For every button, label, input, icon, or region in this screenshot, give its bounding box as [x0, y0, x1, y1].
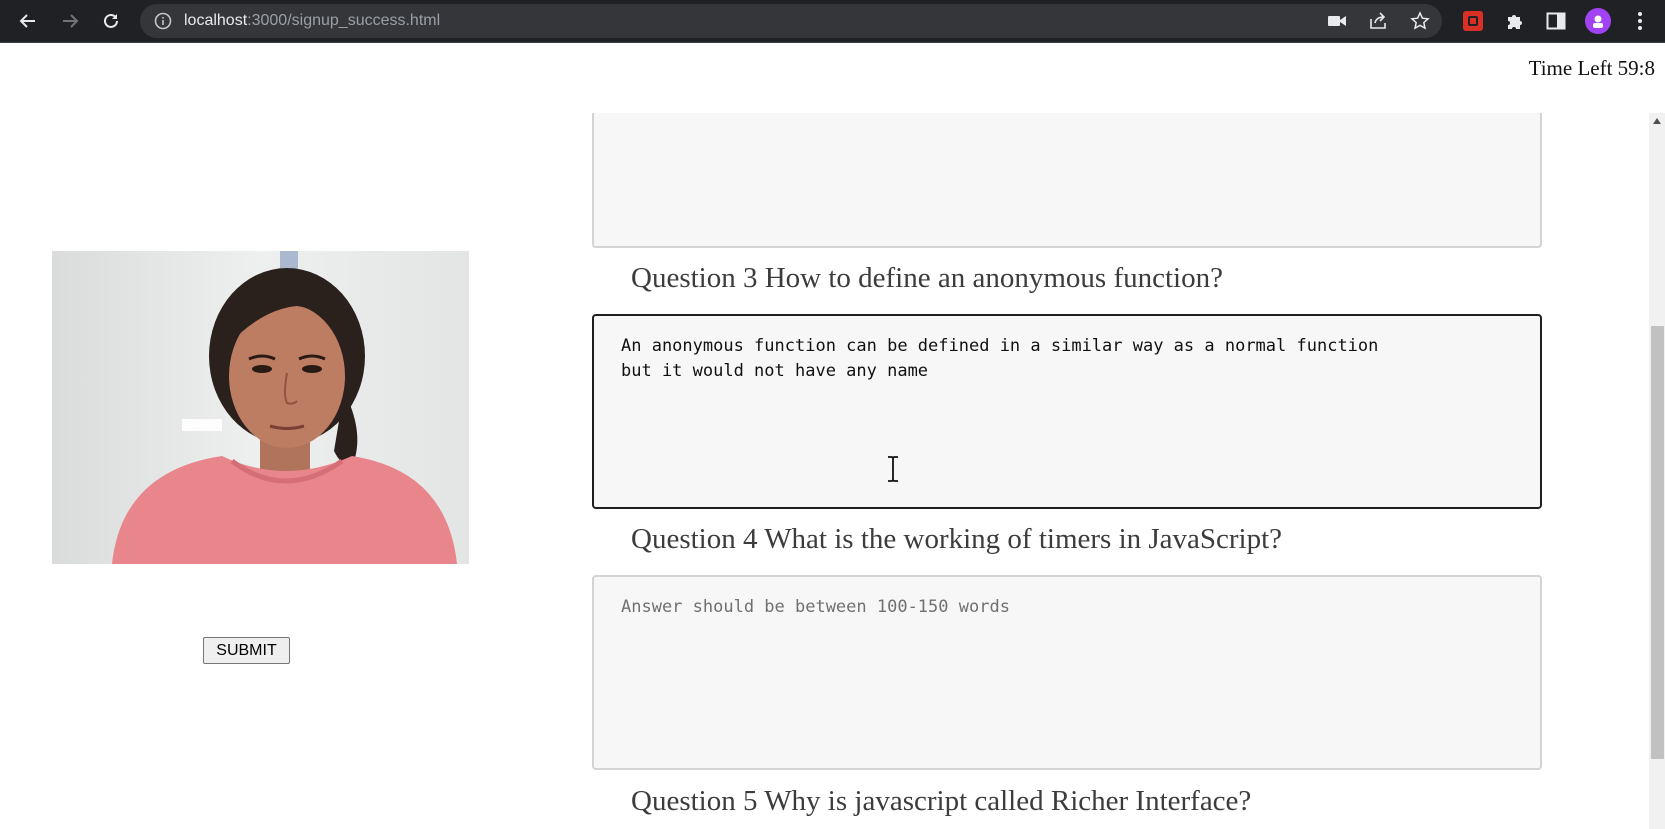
text-cursor-icon	[888, 456, 898, 482]
answer-text-line-1: An anonymous function can be defined in …	[621, 336, 1379, 356]
kebab-menu-icon	[1638, 12, 1642, 30]
arrow-right-icon	[63, 14, 79, 28]
answer-textarea-question-3[interactable]: An anonymous function can be defined in …	[592, 314, 1542, 509]
address-bar[interactable]: localhost:3000/signup_success.html	[140, 4, 1442, 38]
question-3-title: Question 3 How to define an anonymous fu…	[631, 262, 1223, 294]
scroll-thumb[interactable]	[1651, 326, 1664, 759]
answer-placeholder: Answer should be between 100-150 words	[621, 597, 1010, 617]
page-scrollbar[interactable]	[1649, 113, 1665, 829]
camera-icon	[1328, 16, 1346, 26]
share-icon	[1370, 12, 1386, 29]
camera-button[interactable]	[1323, 7, 1351, 35]
answer-textarea-question-4[interactable]: Answer should be between 100-150 words	[592, 575, 1542, 770]
forward-button[interactable]	[56, 7, 84, 35]
extension-button[interactable]	[1459, 7, 1487, 35]
star-icon	[1410, 11, 1430, 30]
questions-panel[interactable]: Question 3 How to define an anonymous fu…	[0, 113, 1649, 829]
browser-toolbar: localhost:3000/signup_success.html	[0, 0, 1665, 43]
browser-menu-button[interactable]	[1626, 7, 1654, 35]
answer-textarea-question-2[interactable]	[592, 113, 1542, 248]
extension-icon	[1463, 11, 1483, 31]
url-path: :3000/signup_success.html	[247, 12, 441, 29]
extensions-button[interactable]	[1500, 7, 1528, 35]
side-panel-button[interactable]	[1542, 7, 1570, 35]
arrow-left-icon	[19, 14, 35, 28]
side-panel-icon	[1546, 12, 1566, 30]
reload-icon	[104, 13, 118, 28]
profile-button[interactable]	[1584, 7, 1612, 35]
question-5-title: Question 5 Why is javascript called Rich…	[631, 785, 1252, 817]
info-icon[interactable]	[154, 11, 174, 31]
reload-button[interactable]	[97, 7, 125, 35]
time-left-label: Time Left 59:8	[1528, 56, 1655, 80]
scroll-up-arrow-icon[interactable]	[1649, 113, 1665, 129]
share-button[interactable]	[1364, 7, 1392, 35]
question-4-title: Question 4 What is the working of timers…	[631, 523, 1283, 555]
puzzle-icon	[1508, 15, 1522, 29]
avatar-icon	[1585, 8, 1611, 34]
bookmark-button[interactable]	[1406, 7, 1434, 35]
url-host: localhost	[184, 12, 248, 29]
answer-text-line-2: but it would not have any name	[621, 361, 929, 381]
back-button[interactable]	[14, 7, 42, 35]
